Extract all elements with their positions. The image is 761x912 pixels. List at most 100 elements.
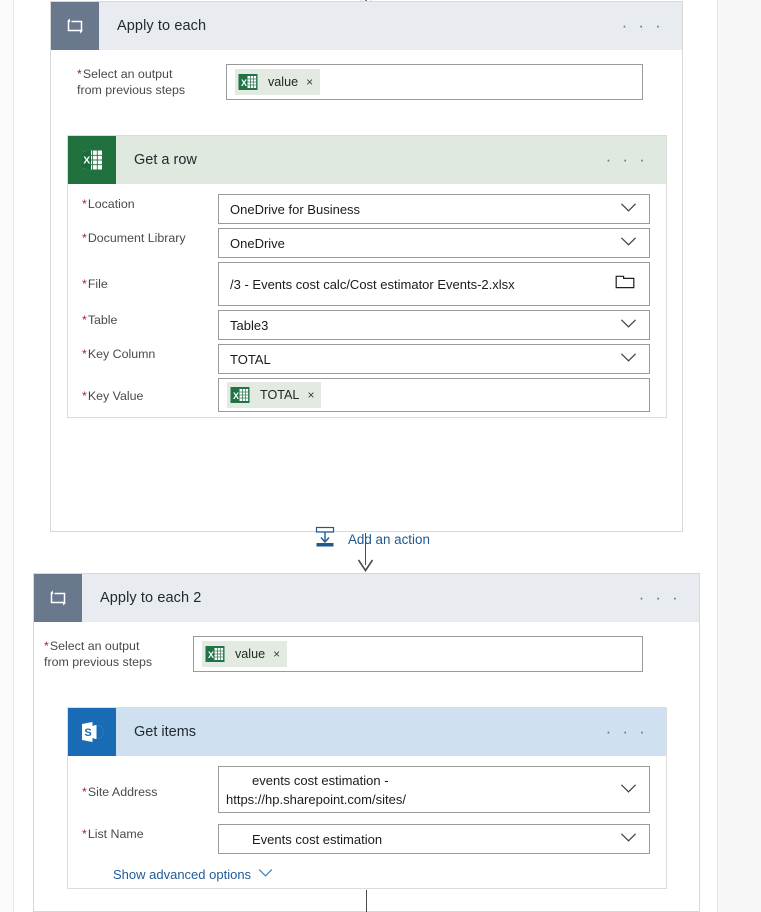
right-gutter xyxy=(718,0,761,912)
field-label-document-library: *Document Library xyxy=(82,231,186,245)
field-input-list-name[interactable]: Events cost estimation xyxy=(218,824,650,854)
field-input-key-value[interactable]: X TOTAL × xyxy=(218,378,650,412)
foreach-field-row: *Select an output from previous steps X … xyxy=(77,64,643,100)
field-value-file: /3 - Events cost calc/Cost estimator Eve… xyxy=(230,276,515,292)
field-row-file: *File /3 - Events cost calc/Cost estimat… xyxy=(82,262,650,306)
chevron-down-icon[interactable] xyxy=(620,781,637,799)
required-asterisk: * xyxy=(82,389,87,403)
left-gutter xyxy=(0,0,13,912)
field-value-document-library: OneDrive xyxy=(230,235,285,251)
foreach-label-line1: Select an output xyxy=(49,639,140,653)
field-value-location: OneDrive for Business xyxy=(230,201,361,217)
field-value-list-name: Events cost estimation xyxy=(252,831,383,847)
add-an-action-button[interactable]: Add an action xyxy=(313,526,430,553)
scope-header[interactable]: Apply to each · · · xyxy=(51,2,682,50)
field-row-key-column: *Key Column TOTAL xyxy=(82,344,650,374)
excel-token-icon: X xyxy=(237,71,259,93)
field-label-location: *Location xyxy=(82,197,135,211)
token-chip-value[interactable]: X value × xyxy=(235,69,321,95)
add-action-label: Add an action xyxy=(348,532,430,547)
field-row-list-name: *List Name Events cost estimation xyxy=(82,824,650,854)
required-asterisk: * xyxy=(82,231,87,245)
token-remove-icon[interactable]: × xyxy=(306,75,313,89)
connector-arrowhead xyxy=(357,559,374,572)
foreach-label-line2: from previous steps xyxy=(77,83,186,97)
required-asterisk: * xyxy=(77,67,82,81)
action-card-more-menu-button[interactable]: · · · xyxy=(606,151,648,168)
token-chip-total[interactable]: X TOTAL × xyxy=(227,382,322,408)
svg-text:X: X xyxy=(241,78,247,88)
svg-text:X: X xyxy=(83,155,90,167)
field-label-file: *File xyxy=(82,277,108,291)
chevron-down-icon[interactable] xyxy=(620,200,637,218)
scope-title: Apply to each 2 xyxy=(100,590,202,606)
foreach-label-line1: Select an output xyxy=(82,67,173,81)
field-input-file[interactable]: /3 - Events cost calc/Cost estimator Eve… xyxy=(218,262,650,306)
required-asterisk: * xyxy=(82,827,87,841)
field-input-site-address[interactable]: events cost estimation - https://hp.shar… xyxy=(218,766,650,813)
foreach-field-row: *Select an output from previous steps X … xyxy=(44,636,643,672)
token-chip-label: value xyxy=(268,75,299,89)
field-row-table: *Table Table3 xyxy=(82,310,650,340)
field-row-location: *Location OneDrive for Business xyxy=(82,194,650,224)
scope-more-menu-button[interactable]: · · · xyxy=(639,589,681,606)
sharepoint-icon: S xyxy=(68,708,116,756)
token-remove-icon[interactable]: × xyxy=(273,647,280,661)
field-input-table[interactable]: Table3 xyxy=(218,310,650,340)
scope-more-menu-button[interactable]: · · · xyxy=(622,17,664,34)
scope-title: Apply to each xyxy=(117,18,207,34)
action-card-get-a-row: X Get a row · · · *Location OneDrive for… xyxy=(67,135,667,418)
field-input-location[interactable]: OneDrive for Business xyxy=(218,194,650,224)
add-action-icon xyxy=(313,526,337,553)
foreach-field-label: *Select an output from previous steps xyxy=(77,64,205,98)
field-value-site-address-line2: https://hp.sharepoint.com/sites/ xyxy=(226,791,406,807)
chevron-down-icon[interactable] xyxy=(620,234,637,252)
token-chip-value[interactable]: X value × xyxy=(202,641,288,667)
field-label-key-value: *Key Value xyxy=(82,389,144,403)
foreach-value-input[interactable]: X value × xyxy=(226,64,643,100)
foreach-value-input[interactable]: X value × xyxy=(193,636,643,672)
field-label-site-address: *Site Address xyxy=(82,785,158,799)
chevron-down-icon[interactable] xyxy=(620,350,637,368)
foreach-label-line2: from previous steps xyxy=(44,655,153,669)
field-label-list-name: *List Name xyxy=(82,827,144,841)
outgoing-connector-line xyxy=(366,890,368,912)
svg-text:X: X xyxy=(208,650,214,660)
loop-icon xyxy=(34,574,82,622)
show-advanced-options-button[interactable]: Show advanced options xyxy=(113,865,273,883)
field-row-key-value: *Key Value X TOTAL × xyxy=(82,378,650,412)
required-asterisk: * xyxy=(82,785,87,799)
chevron-down-icon[interactable] xyxy=(620,830,637,848)
excel-token-icon: X xyxy=(229,384,251,406)
field-label-key-column: *Key Column xyxy=(82,347,156,361)
svg-text:S: S xyxy=(84,727,91,739)
loop-icon xyxy=(51,2,99,50)
excel-icon: X xyxy=(68,136,116,184)
action-card-more-menu-button[interactable]: · · · xyxy=(606,723,648,740)
excel-token-icon: X xyxy=(204,643,226,665)
field-row-site-address: *Site Address events cost estimation - h… xyxy=(82,766,650,813)
left-rule xyxy=(13,0,14,912)
scope-apply-to-each: Apply to each · · · *Select an output fr… xyxy=(50,1,683,547)
required-asterisk: * xyxy=(82,347,87,361)
field-row-document-library: *Document Library OneDrive xyxy=(82,228,650,258)
token-remove-icon[interactable]: × xyxy=(307,388,314,402)
token-chip-label: TOTAL xyxy=(260,388,300,402)
chevron-down-icon xyxy=(258,865,273,883)
scope-header[interactable]: Apply to each 2 · · · xyxy=(34,574,699,622)
action-card-header[interactable]: S Get items · · · xyxy=(68,708,666,756)
folder-icon[interactable] xyxy=(615,273,635,295)
required-asterisk: * xyxy=(82,277,87,291)
required-asterisk: * xyxy=(44,639,49,653)
action-card-title: Get a row xyxy=(134,152,197,168)
required-asterisk: * xyxy=(82,313,87,327)
field-value-site-address-line1: events cost estimation - xyxy=(252,772,389,788)
field-input-key-column[interactable]: TOTAL xyxy=(218,344,650,374)
field-input-document-library[interactable]: OneDrive xyxy=(218,228,650,258)
action-card-get-items: S Get items · · · *Site Address events c… xyxy=(67,707,667,889)
field-value-key-column: TOTAL xyxy=(230,351,271,367)
action-card-header[interactable]: X Get a row · · · xyxy=(68,136,666,184)
action-card-title: Get items xyxy=(134,724,197,740)
chevron-down-icon[interactable] xyxy=(620,316,637,334)
svg-text:X: X xyxy=(233,391,239,401)
